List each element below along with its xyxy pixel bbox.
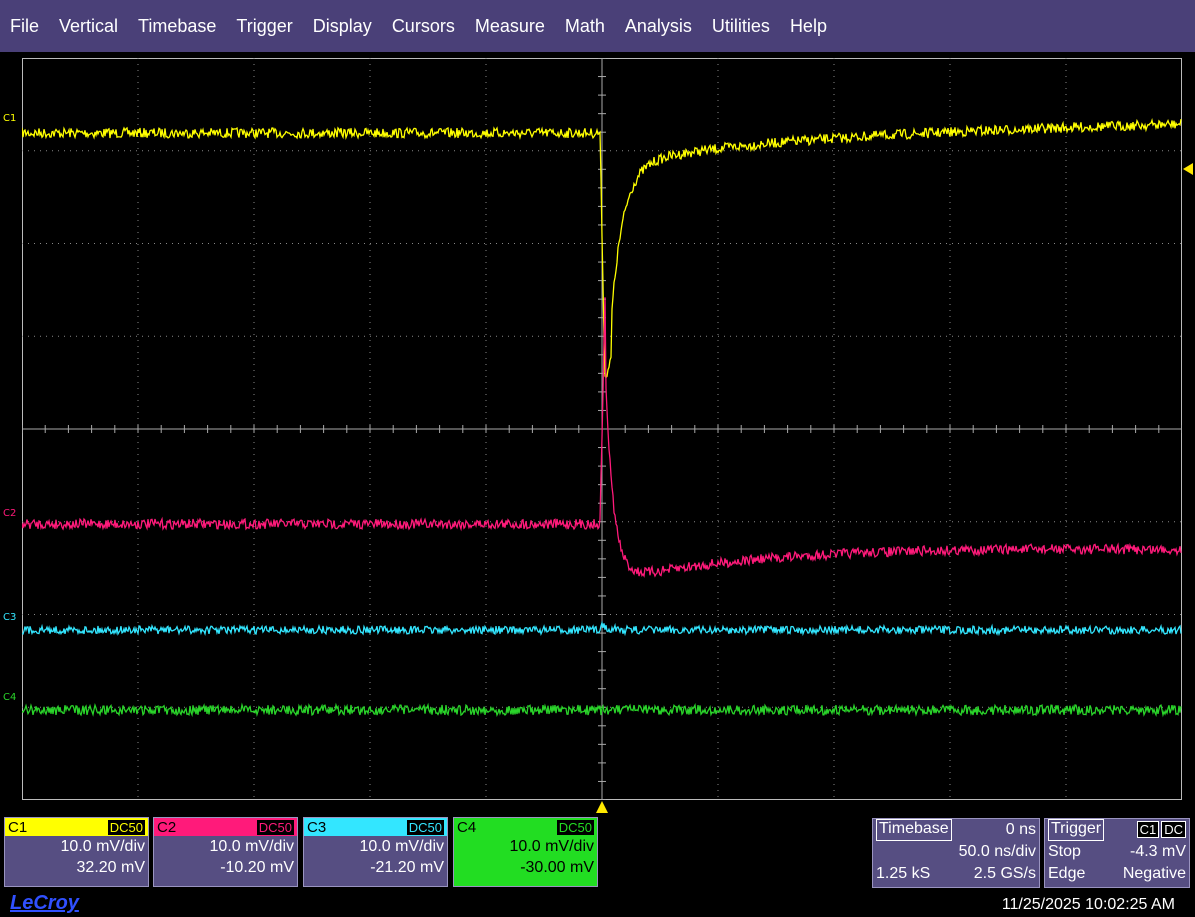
menu-bar: File Vertical Timebase Trigger Display C…	[0, 0, 1195, 52]
c2-ground-label: C2	[3, 508, 17, 519]
trigger-mode: Stop	[1048, 843, 1081, 860]
c4-scale: 10.0 mV/div	[509, 838, 594, 855]
menu-cursors[interactable]: Cursors	[382, 16, 465, 37]
c2-offset: -10.20 mV	[220, 859, 294, 876]
menu-display[interactable]: Display	[303, 16, 382, 37]
menu-vertical[interactable]: Vertical	[49, 16, 128, 37]
c4-offset: -30.00 mV	[520, 859, 594, 876]
waveform-display[interactable]	[22, 58, 1182, 800]
c3-scale: 10.0 mV/div	[359, 838, 444, 855]
lecroy-logo: LeCroy	[10, 892, 79, 914]
menu-utilities[interactable]: Utilities	[702, 16, 780, 37]
timebase-rate: 2.5 GS/s	[973, 865, 1036, 882]
c2-scale: 10.0 mV/div	[209, 838, 294, 855]
menu-file[interactable]: File	[0, 16, 49, 37]
c1-name: C1	[8, 818, 28, 836]
menu-timebase[interactable]: Timebase	[128, 16, 226, 37]
trigger-box[interactable]: Trigger C1 DC Stop -4.3 mV Edge Negative	[1044, 818, 1190, 888]
c2-name: C2	[157, 818, 177, 836]
channel-c4-box[interactable]: C4 DC50 10.0 mV/div -30.00 mV	[453, 817, 598, 887]
c4-name: C4	[457, 818, 477, 836]
trigger-coupling: DC	[1161, 821, 1186, 838]
trigger-level: -4.3 mV	[1129, 843, 1186, 860]
trigger-type: Edge	[1048, 865, 1086, 882]
menu-math[interactable]: Math	[555, 16, 615, 37]
c1-ground-label: C1	[3, 113, 17, 124]
menu-measure[interactable]: Measure	[465, 16, 555, 37]
c3-coupling: DC50	[406, 819, 444, 835]
c1-offset: 32.20 mV	[76, 859, 145, 876]
timebase-delay: 0 ns	[1005, 821, 1036, 838]
timebase-title: Timebase	[876, 819, 952, 841]
timebase-scale: 50.0 ns/div	[958, 843, 1036, 860]
trigger-slope: Negative	[1122, 865, 1186, 882]
trigger-level-marker[interactable]	[1183, 163, 1193, 175]
timebase-box[interactable]: Timebase 0 ns 50.0 ns/div 1.25 kS 2.5 GS…	[872, 818, 1040, 888]
channel-c2-box[interactable]: C2 DC50 10.0 mV/div -10.20 mV	[153, 817, 298, 887]
c4-coupling: DC50	[556, 819, 594, 835]
menu-help[interactable]: Help	[780, 16, 837, 37]
menu-trigger[interactable]: Trigger	[226, 16, 302, 37]
channel-c1-box[interactable]: C1 DC50 10.0 mV/div 32.20 mV	[4, 817, 149, 887]
c3-ground-label: C3	[3, 612, 17, 623]
timebase-samples: 1.25 kS	[876, 865, 931, 882]
c2-coupling: DC50	[256, 819, 294, 835]
c1-coupling: DC50	[107, 819, 145, 835]
c3-name: C3	[307, 818, 327, 836]
timestamp: 11/25/2025 10:02:25 AM	[1001, 896, 1175, 913]
c4-ground-label: C4	[3, 692, 17, 703]
trigger-title: Trigger	[1048, 819, 1105, 841]
trigger-source: C1	[1136, 821, 1160, 838]
c1-scale: 10.0 mV/div	[60, 838, 145, 855]
waveform-grid	[22, 58, 1182, 800]
channel-c3-box[interactable]: C3 DC50 10.0 mV/div -21.20 mV	[303, 817, 448, 887]
c3-offset: -21.20 mV	[370, 859, 444, 876]
menu-analysis[interactable]: Analysis	[615, 16, 702, 37]
trigger-position-marker[interactable]	[596, 801, 608, 813]
